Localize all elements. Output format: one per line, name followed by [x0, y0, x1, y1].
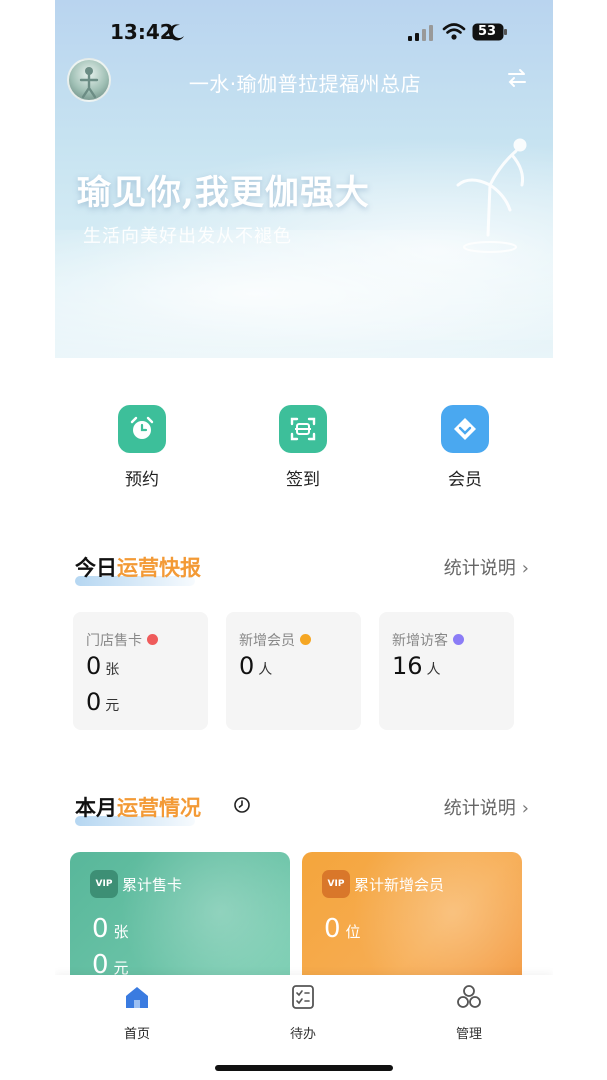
home-icon	[126, 987, 148, 1008]
bottom-tab-bar: 首页 待办 管理	[55, 975, 553, 1080]
month-value-row: 0位	[324, 914, 361, 944]
stat-card-new-visitors[interactable]: 新增访客 16 人	[379, 612, 514, 730]
stat-value-row: 16 人	[392, 652, 441, 680]
card-decoration	[120, 852, 290, 992]
stat-value: 16	[392, 652, 423, 680]
section-title-highlight: 运营快报	[117, 556, 201, 580]
home-indicator[interactable]	[215, 1065, 393, 1071]
store-name[interactable]: 一水·瑜伽普拉提福州总店	[125, 68, 485, 97]
month-value: 0	[324, 914, 341, 944]
stat-label: 门店售卡	[86, 630, 158, 650]
section-title-highlight: 运营情况	[117, 796, 201, 820]
stats-explanation-label: 统计说明	[443, 798, 516, 819]
quick-action-label: 会员	[448, 470, 482, 490]
quick-action-member[interactable]: 会员	[415, 405, 515, 490]
stat-unit: 人	[258, 662, 273, 678]
stats-explanation-link[interactable]: 统计说明 ›	[444, 794, 529, 820]
stat-label: 新增会员	[239, 630, 311, 650]
month-card-label: 累计新增会员	[354, 876, 445, 894]
hero-banner: 13:42 53 一水·瑜伽普拉提福州总店 瑜见你,我更伽强大 生活向美好出发从…	[55, 0, 553, 358]
tab-label: 待办	[289, 1027, 316, 1042]
stat-label-text: 门店售卡	[86, 633, 142, 649]
tab-label: 管理	[455, 1027, 482, 1042]
status-bar: 13:42 53	[55, 18, 553, 48]
tab-manage[interactable]: 管理	[419, 983, 519, 1042]
scan-icon	[279, 405, 327, 453]
status-dot	[453, 634, 464, 645]
vip-badge-icon: VIP	[90, 870, 118, 898]
stat-value: 0	[86, 688, 102, 716]
month-card-label: 累计售卡	[122, 876, 183, 894]
store-header: 一水·瑜伽普拉提福州总店	[55, 56, 553, 106]
stat-value-row: 0张	[86, 652, 119, 680]
today-report-header: 今日运营快报 统计说明 ›	[55, 548, 553, 588]
app-screen: 13:42 53 一水·瑜伽普拉提福州总店 瑜见你,我更伽强大 生活向美好出发从…	[0, 0, 607, 1080]
yoga-dancer-icon	[456, 138, 527, 253]
quick-action-label: 预约	[125, 470, 159, 490]
section-title-plain: 本月	[75, 796, 117, 820]
manage-icon	[457, 985, 481, 1008]
status-dot	[147, 634, 158, 645]
switch-store-icon[interactable]	[505, 66, 529, 90]
stat-card-store-sales[interactable]: 门店售卡 0张 0元	[73, 612, 208, 730]
banner-subtitle: 生活向美好出发从不褪色	[83, 226, 292, 247]
quick-action-label: 签到	[286, 470, 320, 490]
stat-label: 新增访客	[392, 630, 464, 650]
stats-explanation-label: 统计说明	[443, 558, 516, 579]
section-title: 今日运营快报	[75, 552, 201, 582]
month-unit: 位	[345, 923, 361, 941]
banner-slogan: 瑜见你,我更伽强大	[77, 173, 370, 213]
month-card-total-card-sales[interactable]: VIP 累计售卡 0张 0元	[70, 852, 290, 992]
clock-icon[interactable]	[233, 796, 251, 814]
stat-label-text: 新增会员	[239, 633, 295, 649]
quick-actions: 预约 签到 会员	[55, 405, 553, 500]
stats-explanation-link[interactable]: 统计说明 ›	[444, 554, 529, 580]
stat-value: 0	[86, 652, 102, 680]
month-report-header: 本月运营情况 统计说明 ›	[55, 788, 553, 828]
chevron-right-icon: ›	[521, 798, 529, 819]
yoga-figure-icon	[79, 67, 99, 99]
month-unit: 张	[113, 923, 129, 941]
stat-card-new-members[interactable]: 新增会员 0人	[226, 612, 361, 730]
diamond-icon	[441, 405, 489, 453]
stat-value: 0	[239, 652, 255, 680]
tab-label: 首页	[123, 1027, 150, 1042]
stat-value-row: 0人	[239, 652, 272, 680]
stat-unit: 张	[105, 662, 120, 678]
cellular-signal-icon	[408, 25, 433, 41]
stat-unit: 人	[426, 662, 441, 678]
section-title: 本月运营情况	[75, 792, 201, 822]
alarm-clock-icon	[118, 405, 166, 453]
vip-badge-icon: VIP	[322, 870, 350, 898]
month-card-total-new-members[interactable]: VIP 累计新增会员 0位	[302, 852, 522, 992]
status-dot	[300, 634, 311, 645]
tab-todo[interactable]: 待办	[253, 983, 353, 1042]
wifi-icon	[442, 23, 466, 40]
tab-home[interactable]: 首页	[87, 983, 187, 1042]
month-value: 0	[92, 914, 109, 944]
quick-action-checkin[interactable]: 签到	[253, 405, 353, 490]
stat-value-row: 0元	[86, 688, 119, 716]
chevron-right-icon: ›	[521, 558, 529, 579]
battery-level: 53	[477, 24, 497, 39]
stat-unit: 元	[105, 698, 120, 714]
section-title-plain: 今日	[75, 556, 117, 580]
month-value-row: 0张	[92, 914, 129, 944]
quick-action-booking[interactable]: 预约	[92, 405, 192, 490]
avatar[interactable]	[67, 58, 111, 102]
stat-label-text: 新增访客	[392, 633, 448, 649]
card-decoration	[352, 852, 522, 992]
phone-frame: 13:42 53 一水·瑜伽普拉提福州总店 瑜见你,我更伽强大 生活向美好出发从…	[55, 0, 553, 1080]
todo-icon	[292, 985, 314, 1009]
status-time: 13:42	[110, 20, 174, 44]
moon-icon	[168, 24, 184, 41]
